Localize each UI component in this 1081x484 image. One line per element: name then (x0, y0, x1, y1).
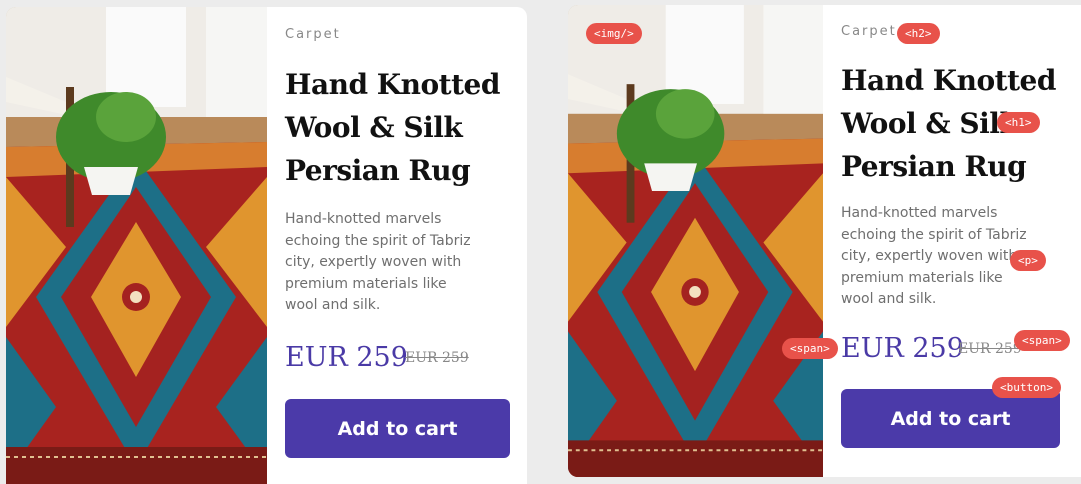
annotated-product-card: Carpet Hand Knotted Wool & Silk Persian … (568, 5, 1081, 477)
description-line: city, expertly woven with (285, 254, 462, 270)
product-old-price: EUR 259 (405, 350, 469, 366)
product-category: Carpet (285, 27, 341, 42)
product-price: EUR 259 (285, 342, 408, 373)
title-line: Persian Rug (285, 154, 471, 187)
span-price-tag: <span> (782, 338, 838, 359)
product-card: Carpet Hand Knotted Wool & Silk Persian … (6, 7, 527, 484)
img-tag: <img/> (586, 23, 642, 44)
description-line: wool and silk. (841, 291, 937, 307)
title-line: Hand Knotted (841, 64, 1056, 97)
description-line: premium materials like (841, 269, 1003, 286)
title-line: Persian Rug (841, 150, 1027, 183)
button-tag: <button> (992, 377, 1061, 398)
add-to-cart-button[interactable]: Add to cart (285, 399, 510, 458)
rug-image (568, 5, 823, 477)
description-line: Hand-knotted marvels (285, 211, 442, 227)
product-title: Hand Knotted Wool & Silk Persian Rug (285, 63, 515, 192)
product-price: EUR 259 (841, 333, 964, 364)
product-description: Hand-knotted marvels echoing the spirit … (285, 209, 490, 317)
description-line: city, expertly woven with (841, 248, 1018, 264)
product-category: Carpet (841, 24, 897, 39)
span-old-tag: <span> (1014, 330, 1070, 351)
h2-tag: <h2> (897, 23, 940, 44)
title-line: Hand Knotted (285, 68, 500, 101)
p-tag: <p> (1010, 250, 1046, 271)
description-line: Hand-knotted marvels (841, 205, 998, 221)
description-line: premium materials like (285, 275, 447, 292)
description-line: echoing the spirit of Tabriz (841, 226, 1027, 243)
rug-image (6, 7, 267, 484)
title-line: Wool & Silk (841, 107, 1019, 140)
product-old-price: EUR 259 (958, 341, 1022, 357)
title-line: Wool & Silk (285, 111, 463, 144)
description-line: echoing the spirit of Tabriz (285, 232, 471, 249)
h1-tag: <h1> (997, 112, 1040, 133)
description-line: wool and silk. (285, 297, 381, 313)
